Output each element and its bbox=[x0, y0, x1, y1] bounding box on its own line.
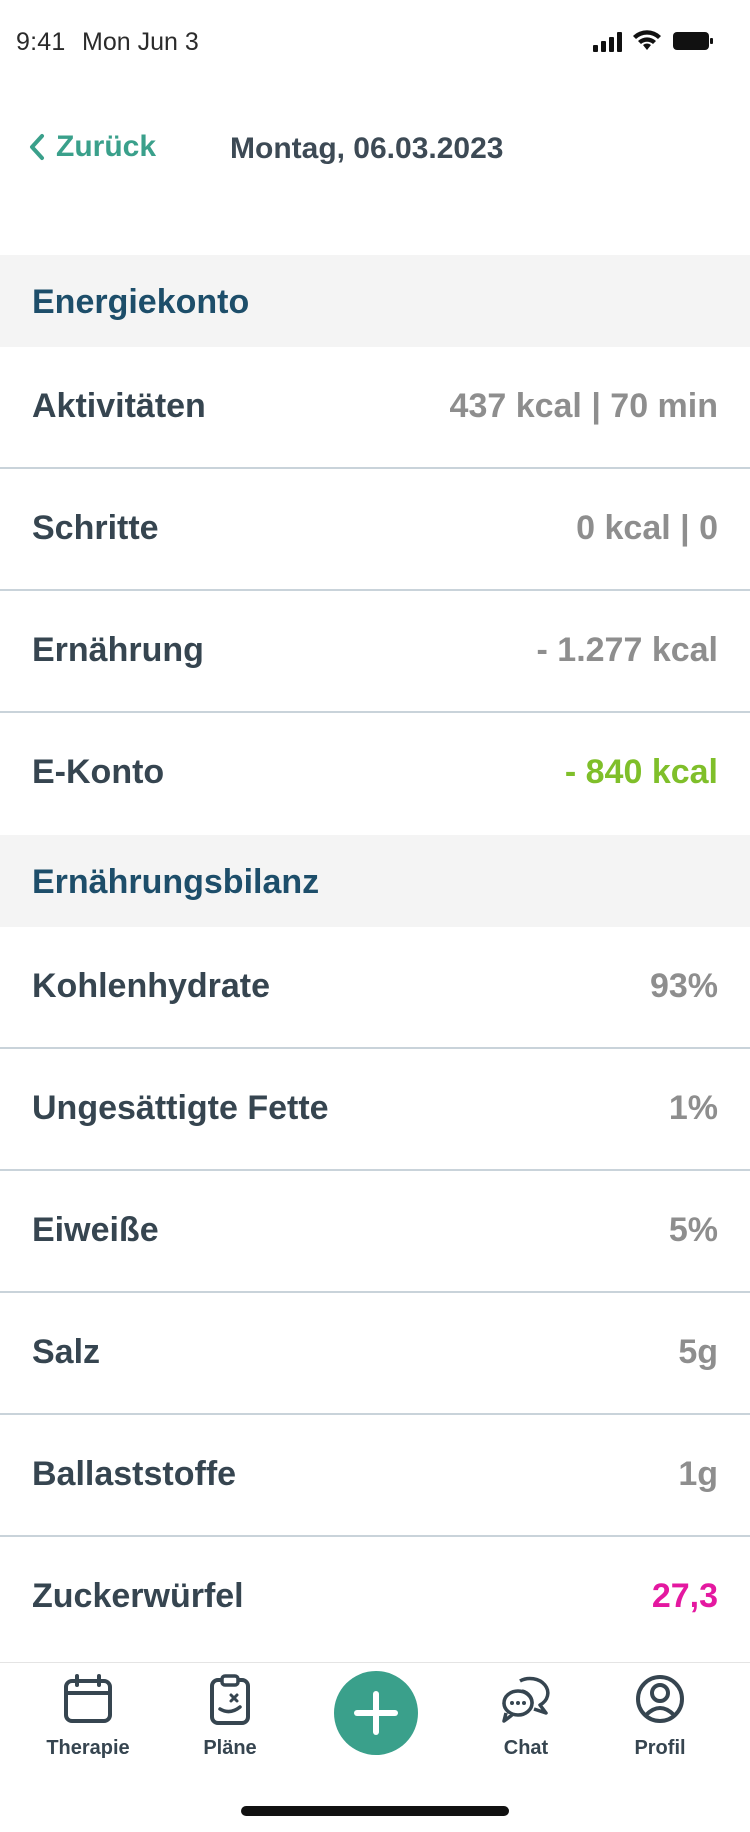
section-title: Energiekonto bbox=[32, 283, 250, 321]
list-item-eiweisse[interactable]: Eiweiße 5% bbox=[0, 1171, 750, 1293]
list-item-aktivitaeten[interactable]: Aktivitäten 437 kcal | 70 min bbox=[0, 347, 750, 469]
plus-icon bbox=[354, 1691, 398, 1735]
battery-icon bbox=[673, 32, 713, 50]
row-label: Aktivitäten bbox=[32, 387, 206, 425]
chevron-left-icon bbox=[30, 134, 44, 160]
list-item-zuckerwuerfel[interactable]: Zuckerwürfel 27,3 bbox=[0, 1537, 750, 1659]
status-date: Mon Jun 3 bbox=[82, 28, 199, 56]
tab-label: Pläne bbox=[203, 1737, 257, 1759]
header: Zurück Montag, 06.03.2023 bbox=[0, 110, 750, 190]
tab-label: Chat bbox=[503, 1737, 549, 1759]
tab-therapie[interactable]: Therapie bbox=[28, 1673, 148, 1773]
wifi-icon bbox=[633, 30, 661, 50]
row-label: Eiweiße bbox=[32, 1211, 159, 1249]
row-label: E-Konto bbox=[32, 753, 165, 791]
section-header-ernaehrungsbilanz: Ernährungsbilanz bbox=[0, 835, 750, 927]
back-label: Zurück bbox=[56, 130, 157, 163]
home-indicator bbox=[241, 1806, 509, 1816]
tab-chat[interactable]: Chat bbox=[466, 1673, 586, 1773]
list-item-ernaehrung[interactable]: Ernährung - 1.277 kcal bbox=[0, 591, 750, 713]
section-header-energiekonto: Energiekonto bbox=[0, 255, 750, 347]
tab-plaene[interactable]: Pläne bbox=[170, 1673, 290, 1773]
row-value: 5% bbox=[668, 1211, 718, 1249]
cellular-signal-icon bbox=[593, 30, 622, 52]
row-value-total: - 840 kcal bbox=[564, 753, 718, 791]
status-time: 9:41 bbox=[16, 28, 66, 56]
row-value: 27,3 bbox=[651, 1577, 718, 1615]
back-button[interactable]: Zurück bbox=[28, 130, 156, 164]
row-label: Salz bbox=[32, 1333, 101, 1371]
tab-label: Profil bbox=[634, 1737, 686, 1759]
row-value: 1% bbox=[668, 1089, 718, 1127]
tab-label: Therapie bbox=[46, 1737, 130, 1759]
page-title: Montag, 06.03.2023 bbox=[230, 132, 504, 165]
list-item-kohlenhydrate[interactable]: Kohlenhydrate 93% bbox=[0, 927, 750, 1049]
row-value: - 1.277 kcal bbox=[536, 631, 718, 669]
add-button[interactable] bbox=[334, 1671, 418, 1755]
row-label: Zuckerwürfel bbox=[32, 1577, 244, 1615]
clipboard-icon bbox=[210, 1674, 250, 1725]
row-label: Schritte bbox=[32, 509, 159, 547]
chat-icon bbox=[502, 1676, 550, 1723]
tab-profil[interactable]: Profil bbox=[600, 1673, 720, 1773]
profile-icon bbox=[636, 1675, 684, 1723]
row-value: 1g bbox=[678, 1455, 718, 1493]
status-icons bbox=[593, 30, 714, 52]
row-value: 0 kcal | 0 bbox=[576, 509, 718, 547]
row-value: 437 kcal | 70 min bbox=[449, 387, 718, 425]
calendar-icon bbox=[64, 1674, 112, 1723]
row-label: Kohlenhydrate bbox=[32, 967, 271, 1005]
row-value: 5g bbox=[678, 1333, 718, 1371]
list-item-ungesaettigte-fette[interactable]: Ungesättigte Fette 1% bbox=[0, 1049, 750, 1171]
list-item-ballaststoffe[interactable]: Ballaststoffe 1g bbox=[0, 1415, 750, 1537]
list-item-schritte[interactable]: Schritte 0 kcal | 0 bbox=[0, 469, 750, 591]
row-label: Ungesättigte Fette bbox=[32, 1089, 329, 1127]
row-label: Ballaststoffe bbox=[32, 1455, 237, 1493]
status-bar: 9:41 Mon Jun 3 bbox=[0, 0, 750, 88]
section-title: Ernährungsbilanz bbox=[32, 863, 320, 901]
row-label: Ernährung bbox=[32, 631, 204, 669]
row-value: 93% bbox=[649, 967, 718, 1005]
list-item-salz[interactable]: Salz 5g bbox=[0, 1293, 750, 1415]
list-item-e-konto: E-Konto - 840 kcal bbox=[0, 713, 750, 835]
